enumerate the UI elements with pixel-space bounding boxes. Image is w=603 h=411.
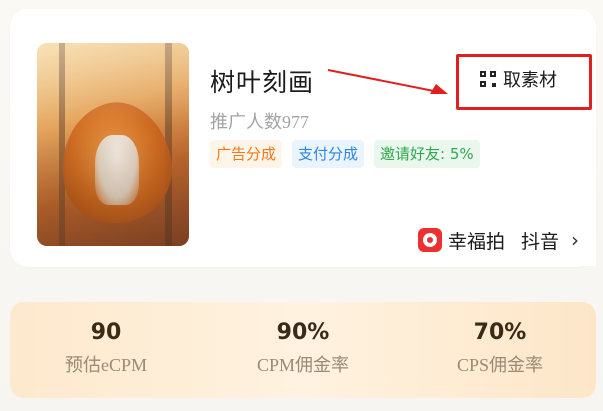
tag-ad-share: 广告分成 <box>210 140 283 168</box>
thumbnail-overlay <box>37 43 189 246</box>
stat-label: CPS佣金率 <box>456 355 544 375</box>
material-thumbnail[interactable] <box>37 43 189 246</box>
material-title: 树叶刻画 <box>210 68 315 97</box>
qr-code-icon <box>480 71 496 87</box>
get-material-label: 取素材 <box>503 70 557 91</box>
chevron-right-icon: › <box>571 228 580 252</box>
stats-panel: 90 预估eCPM 90% CPM佣金率 70% CPS佣金率 <box>10 302 596 398</box>
stat-value: 90 <box>90 320 122 345</box>
stat-value: 90% <box>276 320 330 345</box>
tag-invite-friends: 邀请好友: 5% <box>374 140 480 168</box>
annotation-arrow <box>327 69 448 94</box>
stat-value: 70% <box>473 320 527 345</box>
stat-label: CPM佣金率 <box>256 355 350 375</box>
channel-name: 抖音 <box>521 230 560 253</box>
stat-ecpm: 90 预估eCPM <box>26 320 186 377</box>
stat-cpm-rate: 90% CPM佣金率 <box>223 320 383 377</box>
get-material-button[interactable]: 取素材 <box>480 66 557 92</box>
tag-payment-share: 支付分成 <box>292 140 365 168</box>
platform-selector[interactable]: 幸福拍 抖音 › <box>406 214 596 266</box>
app-name: 幸福拍 <box>448 230 506 253</box>
stat-label: 预估eCPM <box>64 355 147 375</box>
stat-cps-rate: 70% CPS佣金率 <box>420 320 580 377</box>
promoter-count: 推广人数977 <box>210 112 309 132</box>
commission-tags: 广告分成 支付分成 邀请好友: 5% <box>210 140 480 168</box>
xingfupai-app-icon <box>418 228 442 252</box>
